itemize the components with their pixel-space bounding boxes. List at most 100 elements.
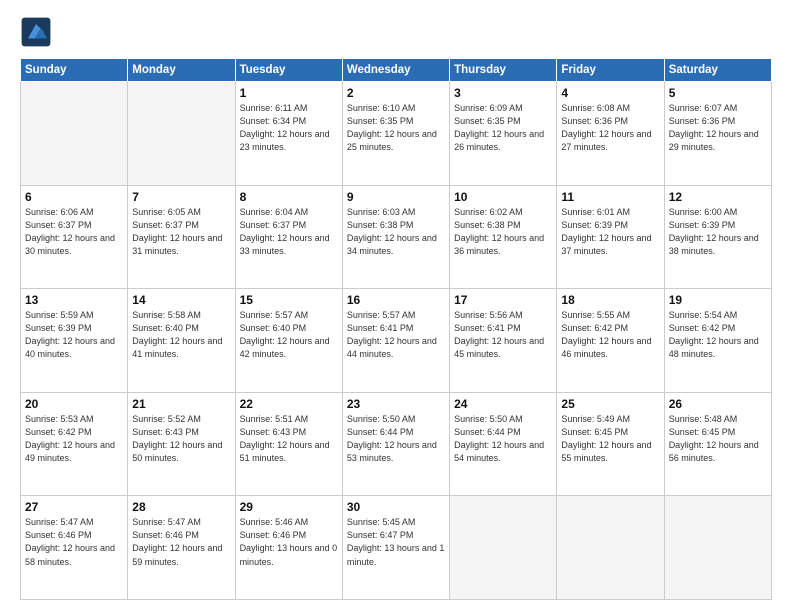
day-number: 10: [454, 190, 552, 204]
day-info: Sunrise: 5:51 AM Sunset: 6:43 PM Dayligh…: [240, 413, 338, 465]
day-number: 13: [25, 293, 123, 307]
calendar-cell: 6 Sunrise: 6:06 AM Sunset: 6:37 PM Daylig…: [21, 185, 128, 289]
day-number: 25: [561, 397, 659, 411]
day-number: 5: [669, 86, 767, 100]
day-info: Sunrise: 5:48 AM Sunset: 6:45 PM Dayligh…: [669, 413, 767, 465]
calendar-cell: 29 Sunrise: 5:46 AM Sunset: 6:46 PM Dayli…: [235, 496, 342, 600]
calendar-cell: 22 Sunrise: 5:51 AM Sunset: 6:43 PM Dayli…: [235, 392, 342, 496]
calendar-cell: 14 Sunrise: 5:58 AM Sunset: 6:40 PM Dayli…: [128, 289, 235, 393]
day-number: 6: [25, 190, 123, 204]
calendar-cell: 25 Sunrise: 5:49 AM Sunset: 6:45 PM Dayli…: [557, 392, 664, 496]
day-number: 28: [132, 500, 230, 514]
day-number: 20: [25, 397, 123, 411]
page: SundayMondayTuesdayWednesdayThursdayFrid…: [0, 0, 792, 612]
day-info: Sunrise: 5:53 AM Sunset: 6:42 PM Dayligh…: [25, 413, 123, 465]
calendar-cell: 16 Sunrise: 5:57 AM Sunset: 6:41 PM Dayli…: [342, 289, 449, 393]
day-info: Sunrise: 6:08 AM Sunset: 6:36 PM Dayligh…: [561, 102, 659, 154]
day-info: Sunrise: 5:56 AM Sunset: 6:41 PM Dayligh…: [454, 309, 552, 361]
day-number: 16: [347, 293, 445, 307]
day-number: 27: [25, 500, 123, 514]
calendar-cell: 28 Sunrise: 5:47 AM Sunset: 6:46 PM Dayli…: [128, 496, 235, 600]
calendar-cell: 21 Sunrise: 5:52 AM Sunset: 6:43 PM Dayli…: [128, 392, 235, 496]
calendar-week-row: 13 Sunrise: 5:59 AM Sunset: 6:39 PM Dayli…: [21, 289, 772, 393]
day-number: 8: [240, 190, 338, 204]
day-number: 21: [132, 397, 230, 411]
day-info: Sunrise: 5:47 AM Sunset: 6:46 PM Dayligh…: [25, 516, 123, 568]
day-info: Sunrise: 6:00 AM Sunset: 6:39 PM Dayligh…: [669, 206, 767, 258]
calendar-cell: 4 Sunrise: 6:08 AM Sunset: 6:36 PM Daylig…: [557, 82, 664, 186]
day-info: Sunrise: 5:50 AM Sunset: 6:44 PM Dayligh…: [454, 413, 552, 465]
day-number: 1: [240, 86, 338, 100]
calendar-cell: [450, 496, 557, 600]
calendar-cell: 17 Sunrise: 5:56 AM Sunset: 6:41 PM Dayli…: [450, 289, 557, 393]
calendar-cell: 19 Sunrise: 5:54 AM Sunset: 6:42 PM Dayli…: [664, 289, 771, 393]
calendar-cell: 7Sunrise: 6:05 AM Sunset: 6:37 PM Daylig…: [128, 185, 235, 289]
day-info: Sunrise: 5:49 AM Sunset: 6:45 PM Dayligh…: [561, 413, 659, 465]
day-number: 14: [132, 293, 230, 307]
calendar-cell: 8 Sunrise: 6:04 AM Sunset: 6:37 PM Daylig…: [235, 185, 342, 289]
calendar-cell: 30 Sunrise: 5:45 AM Sunset: 6:47 PM Dayli…: [342, 496, 449, 600]
day-header: Wednesday: [342, 59, 449, 82]
day-header: Thursday: [450, 59, 557, 82]
calendar: SundayMondayTuesdayWednesdayThursdayFrid…: [20, 58, 772, 600]
day-info: Sunrise: 5:47 AM Sunset: 6:46 PM Dayligh…: [132, 516, 230, 568]
calendar-cell: [21, 82, 128, 186]
day-info: Sunrise: 6:11 AM Sunset: 6:34 PM Dayligh…: [240, 102, 338, 154]
day-info: Sunrise: 5:46 AM Sunset: 6:46 PM Dayligh…: [240, 516, 338, 568]
day-number: 4: [561, 86, 659, 100]
calendar-cell: 27 Sunrise: 5:47 AM Sunset: 6:46 PM Dayli…: [21, 496, 128, 600]
day-number: 29: [240, 500, 338, 514]
day-number: 17: [454, 293, 552, 307]
day-number: 15: [240, 293, 338, 307]
logo: [20, 16, 56, 48]
day-info: Sunrise: 6:03 AM Sunset: 6:38 PM Dayligh…: [347, 206, 445, 258]
day-header: Tuesday: [235, 59, 342, 82]
calendar-header-row: SundayMondayTuesdayWednesdayThursdayFrid…: [21, 59, 772, 82]
day-number: 18: [561, 293, 659, 307]
day-header: Monday: [128, 59, 235, 82]
day-info: Sunrise: 5:58 AM Sunset: 6:40 PM Dayligh…: [132, 309, 230, 361]
calendar-cell: 20 Sunrise: 5:53 AM Sunset: 6:42 PM Dayli…: [21, 392, 128, 496]
day-number: 19: [669, 293, 767, 307]
day-number: 23: [347, 397, 445, 411]
calendar-cell: 10 Sunrise: 6:02 AM Sunset: 6:38 PM Dayli…: [450, 185, 557, 289]
calendar-week-row: 6 Sunrise: 6:06 AM Sunset: 6:37 PM Daylig…: [21, 185, 772, 289]
calendar-cell: 15Sunrise: 5:57 AM Sunset: 6:40 PM Dayli…: [235, 289, 342, 393]
calendar-cell: 23Sunrise: 5:50 AM Sunset: 6:44 PM Dayli…: [342, 392, 449, 496]
day-info: Sunrise: 5:54 AM Sunset: 6:42 PM Dayligh…: [669, 309, 767, 361]
calendar-cell: 24 Sunrise: 5:50 AM Sunset: 6:44 PM Dayli…: [450, 392, 557, 496]
day-info: Sunrise: 5:57 AM Sunset: 6:41 PM Dayligh…: [347, 309, 445, 361]
day-info: Sunrise: 6:01 AM Sunset: 6:39 PM Dayligh…: [561, 206, 659, 258]
calendar-cell: 1 Sunrise: 6:11 AM Sunset: 6:34 PM Daylig…: [235, 82, 342, 186]
day-number: 9: [347, 190, 445, 204]
calendar-cell: 3Sunrise: 6:09 AM Sunset: 6:35 PM Daylig…: [450, 82, 557, 186]
day-info: Sunrise: 6:04 AM Sunset: 6:37 PM Dayligh…: [240, 206, 338, 258]
day-header: Saturday: [664, 59, 771, 82]
day-number: 11: [561, 190, 659, 204]
day-number: 24: [454, 397, 552, 411]
day-info: Sunrise: 6:06 AM Sunset: 6:37 PM Dayligh…: [25, 206, 123, 258]
header: [20, 16, 772, 48]
day-info: Sunrise: 5:55 AM Sunset: 6:42 PM Dayligh…: [561, 309, 659, 361]
calendar-cell: [664, 496, 771, 600]
day-info: Sunrise: 6:07 AM Sunset: 6:36 PM Dayligh…: [669, 102, 767, 154]
day-number: 12: [669, 190, 767, 204]
day-info: Sunrise: 5:45 AM Sunset: 6:47 PM Dayligh…: [347, 516, 445, 568]
day-info: Sunrise: 5:52 AM Sunset: 6:43 PM Dayligh…: [132, 413, 230, 465]
calendar-week-row: 20 Sunrise: 5:53 AM Sunset: 6:42 PM Dayli…: [21, 392, 772, 496]
calendar-cell: 12 Sunrise: 6:00 AM Sunset: 6:39 PM Dayli…: [664, 185, 771, 289]
calendar-cell: 13 Sunrise: 5:59 AM Sunset: 6:39 PM Dayli…: [21, 289, 128, 393]
day-info: Sunrise: 6:10 AM Sunset: 6:35 PM Dayligh…: [347, 102, 445, 154]
calendar-cell: 9 Sunrise: 6:03 AM Sunset: 6:38 PM Daylig…: [342, 185, 449, 289]
day-info: Sunrise: 6:05 AM Sunset: 6:37 PM Dayligh…: [132, 206, 230, 258]
day-number: 22: [240, 397, 338, 411]
calendar-cell: [557, 496, 664, 600]
calendar-cell: 2 Sunrise: 6:10 AM Sunset: 6:35 PM Daylig…: [342, 82, 449, 186]
day-info: Sunrise: 5:59 AM Sunset: 6:39 PM Dayligh…: [25, 309, 123, 361]
day-info: Sunrise: 6:02 AM Sunset: 6:38 PM Dayligh…: [454, 206, 552, 258]
day-number: 30: [347, 500, 445, 514]
calendar-cell: 18 Sunrise: 5:55 AM Sunset: 6:42 PM Dayli…: [557, 289, 664, 393]
day-number: 26: [669, 397, 767, 411]
day-number: 2: [347, 86, 445, 100]
calendar-cell: [128, 82, 235, 186]
